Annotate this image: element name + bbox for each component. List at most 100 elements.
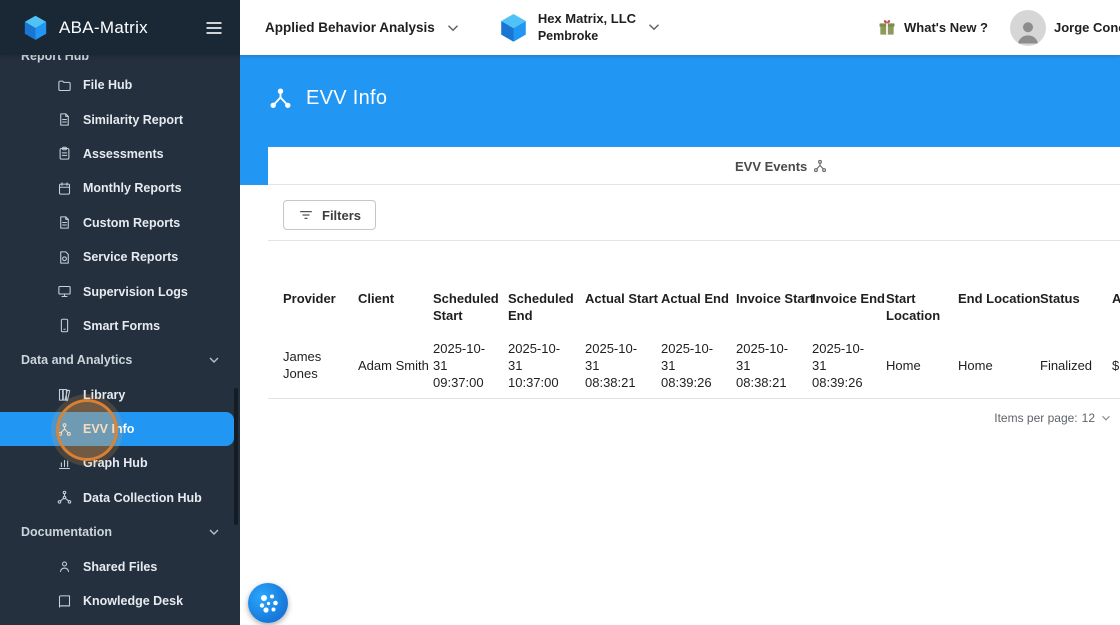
chart-icon <box>57 456 72 471</box>
aba-matrix-logo-icon <box>22 14 49 41</box>
col-amount: A <box>1097 241 1120 335</box>
tab-bar: EVV Events <box>268 147 1120 185</box>
sidebar-item-label: Graph Hub <box>83 456 148 470</box>
sidebar-item-label: Knowledge Desk <box>83 594 183 608</box>
cell-status: Finalized <box>1025 335 1097 399</box>
dots-icon <box>255 590 281 616</box>
cell-start-location: Home <box>871 335 943 399</box>
sidebar-item-monthly-reports[interactable]: Monthly Reports <box>0 171 240 205</box>
sidebar-item-label: Service Reports <box>83 250 178 264</box>
sidebar-item-library[interactable]: Library <box>0 378 240 412</box>
clipboard-icon <box>57 146 72 161</box>
device-icon <box>57 318 72 333</box>
sidebar-item-label: Data Collection Hub <box>83 491 202 505</box>
sidebar-group-report-hub[interactable]: Report Hub <box>0 55 240 68</box>
col-actual-start: Actual Start <box>570 241 646 335</box>
brand-header: ABA-Matrix <box>0 0 240 55</box>
topbar-right: What's New ? Jorge Conce <box>877 10 1120 46</box>
page-title: EVV Info <box>268 86 387 111</box>
section-label: Documentation <box>21 525 206 539</box>
sidebar-section-documentation[interactable]: Documentation <box>0 515 240 549</box>
practice-selector[interactable]: Applied Behavior Analysis <box>265 19 462 37</box>
sidebar-item-label: Similarity Report <box>83 113 183 127</box>
sidebar-item-label: Supervision Logs <box>83 285 188 299</box>
sidebar-nav: Report Hub File Hub Similarity Report As… <box>0 55 240 625</box>
page-title-text: EVV Info <box>306 87 387 110</box>
monitor-icon <box>57 284 72 299</box>
library-icon <box>57 387 72 402</box>
user-name[interactable]: Jorge Conce <box>1054 20 1120 35</box>
network-icon <box>57 422 72 437</box>
sidebar-item-shared-files[interactable]: Shared Files <box>0 549 240 583</box>
cell-scheduled-start: 2025-10-31 09:37:00 <box>418 335 493 399</box>
items-per-page-select[interactable]: Items per page: 12 <box>268 411 1113 425</box>
cell-invoice-end: 2025-10-31 08:39:26 <box>797 335 871 399</box>
accessibility-widget-button[interactable] <box>248 583 288 623</box>
whats-new-button[interactable]: What's New ? <box>877 18 988 38</box>
sidebar-item-knowledge-desk[interactable]: Knowledge Desk <box>0 584 240 618</box>
practice-selector-label: Applied Behavior Analysis <box>265 20 435 35</box>
sidebar-scrollbar[interactable] <box>234 388 238 525</box>
topbar-main: Applied Behavior Analysis Hex Matrix, LL… <box>240 0 1120 55</box>
section-label: Data and Analytics <box>21 353 206 367</box>
sidebar-item-custom-reports[interactable]: Custom Reports <box>0 206 240 240</box>
cell-actual-end: 2025-10-31 08:39:26 <box>646 335 721 399</box>
cell-amount: $ <box>1097 335 1120 399</box>
sidebar-item-label: Custom Reports <box>83 216 180 230</box>
filter-icon <box>298 207 314 223</box>
filters-button[interactable]: Filters <box>283 200 376 230</box>
org-branch: Pembroke <box>538 28 636 44</box>
person-share-icon <box>57 559 72 574</box>
sidebar-item-service-reports[interactable]: Service Reports <box>0 240 240 274</box>
sidebar-item-smart-forms[interactable]: Smart Forms <box>0 309 240 343</box>
document-gear-icon <box>57 250 72 265</box>
sidebar-item-file-hub[interactable]: File Hub <box>0 68 240 102</box>
filters-button-label: Filters <box>322 208 361 223</box>
items-per-page-value: 12 <box>1082 411 1095 425</box>
hex-matrix-logo-icon <box>498 12 529 43</box>
content-card: EVV Events Filters Provider Client <box>268 147 1120 577</box>
col-provider: Provider <box>268 241 343 335</box>
main-content: EVV Info EVV Events Filters <box>240 55 1120 625</box>
org-name: Hex Matrix, LLC <box>538 11 636 28</box>
tab-evv-events[interactable]: EVV Events <box>735 147 827 185</box>
sidebar-group-label: Report Hub <box>21 55 240 63</box>
chevron-down-icon <box>206 352 222 368</box>
top-bar: ABA-Matrix Applied Behavior Analysis Hex… <box>0 0 1120 55</box>
col-invoice-end: Invoice End <box>797 241 871 335</box>
cell-scheduled-end: 2025-10-31 10:37:00 <box>493 335 570 399</box>
document-icon <box>57 112 72 127</box>
sidebar-item-graph-hub[interactable]: Graph Hub <box>0 446 240 480</box>
col-scheduled-end: Scheduled End <box>493 241 570 335</box>
sidebar-item-assessments[interactable]: Assessments <box>0 137 240 171</box>
chevron-down-icon <box>206 524 222 540</box>
sidebar-item-label: Shared Files <box>83 560 157 574</box>
items-per-page-label: Items per page: <box>994 411 1077 425</box>
col-start-location: Start Location <box>871 241 943 335</box>
chevron-down-icon <box>645 18 663 36</box>
table-row[interactable]: James Jones Adam Smith 2025-10-31 09:37:… <box>268 335 1120 399</box>
data-hub-icon <box>57 490 72 505</box>
gift-icon <box>877 18 897 38</box>
calendar-icon <box>57 181 72 196</box>
sidebar-section-data-analytics[interactable]: Data and Analytics <box>0 343 240 377</box>
folder-icon <box>57 78 72 93</box>
col-status: Status <box>1025 241 1097 335</box>
sidebar-item-label: EVV Info <box>83 422 134 436</box>
workflow-icon <box>813 159 827 173</box>
sidebar-toggle-button[interactable] <box>204 18 224 38</box>
sidebar-item-label: Smart Forms <box>83 319 160 333</box>
sidebar-item-evv-info[interactable]: EVV Info <box>0 412 234 446</box>
whats-new-label: What's New ? <box>904 20 988 35</box>
col-actual-end: Actual End <box>646 241 721 335</box>
sidebar-item-label: Assessments <box>83 147 164 161</box>
sidebar-item-similarity-report[interactable]: Similarity Report <box>0 102 240 136</box>
user-avatar[interactable] <box>1010 10 1046 46</box>
col-invoice-start: Invoice Start <box>721 241 797 335</box>
sidebar-item-label: Monthly Reports <box>83 181 182 195</box>
cell-end-location: Home <box>943 335 1025 399</box>
sidebar-item-supervision-logs[interactable]: Supervision Logs <box>0 274 240 308</box>
sidebar-item-data-collection-hub[interactable]: Data Collection Hub <box>0 481 240 515</box>
organization-selector[interactable]: Hex Matrix, LLC Pembroke <box>498 11 663 44</box>
cell-invoice-start: 2025-10-31 08:38:21 <box>721 335 797 399</box>
